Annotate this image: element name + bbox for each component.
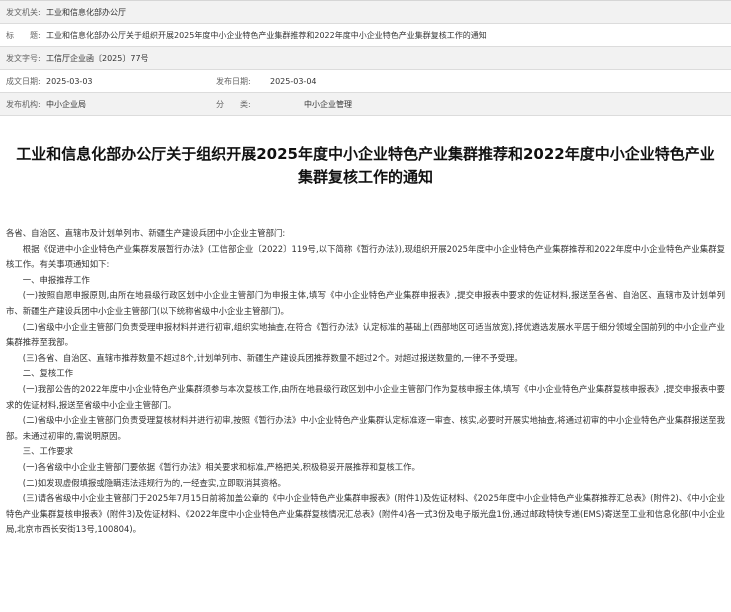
salutation: 各省、自治区、直辖市及计划单列市、新疆生产建设兵团中小企业主管部门: bbox=[6, 228, 286, 238]
paragraph-2-1: (一)我部公告的2022年度中小企业特色产业集群须参与本次复核工作,由所在地县级… bbox=[6, 383, 725, 410]
publish-date-value: 2025-03-04 bbox=[270, 76, 317, 86]
docno-label: 发文字号: bbox=[6, 53, 41, 63]
section-heading-1: 一、申报推荐工作 bbox=[22, 274, 90, 285]
category-label: 分 类: bbox=[216, 99, 251, 109]
org-label: 发布机构: bbox=[6, 99, 41, 109]
meta-row-dates: 成文日期: 2025-03-03 发布日期: 2025-03-04 bbox=[0, 70, 731, 93]
paragraph-1-1: (一)按照自愿申报原则,由所在地县级行政区划中小企业主管部门为申报主体,填写《中… bbox=[6, 290, 725, 316]
title-label: 标 题: bbox=[6, 30, 41, 40]
date-value: 2025-03-03 bbox=[46, 76, 93, 86]
intro-paragraph: 根据《促进中小企业特色产业集群发展暂行办法》(工信部企业〔2022〕119号,以… bbox=[6, 243, 725, 270]
meta-row-issuer: 发文机关: 工业和信息化部办公厅 bbox=[0, 1, 731, 24]
issuer-value: 工业和信息化部办公厅 bbox=[46, 7, 126, 17]
publish-date-label: 发布日期: bbox=[216, 76, 251, 86]
paragraph-1-2: (二)省级中小企业主管部门负责受理申报材料并进行初审,组织实地抽查,在符合《暂行… bbox=[6, 321, 725, 348]
meta-row-docno: 发文字号: 工信厅企业函〔2025〕77号 bbox=[0, 47, 731, 70]
paragraph-1-3: (三)各省、自治区、直辖市推荐数量不超过8个,计划单列市、新疆生产建设兵团推荐数… bbox=[22, 352, 523, 363]
meta-row-org: 发布机构: 中小企业局 分 类: 中小企业管理 bbox=[0, 93, 731, 116]
paragraph-2-2: (二)省级中小企业主管部门负责受理复核材料并进行初审,按照《暂行办法》中小企业特… bbox=[6, 415, 725, 441]
docno-value: 工信厅企业函〔2025〕77号 bbox=[46, 53, 149, 63]
article-title: 工业和信息化部办公厅关于组织开展2025年度中小企业特色产业集群推荐和2022年… bbox=[16, 145, 715, 186]
section-heading-2: 二、复核工作 bbox=[22, 368, 74, 379]
paragraph-3-3: (三)请各省级中小企业主管部门于2025年7月15日前将加盖公章的《中小企业特色… bbox=[6, 493, 725, 535]
document-meta-table: 发文机关: 工业和信息化部办公厅 标 题: 工业和信息化部办公厅关于组织开展20… bbox=[0, 0, 731, 116]
issuer-label: 发文机关: bbox=[6, 7, 41, 17]
paragraph-3-1: (一)各省级中小企业主管部门要依据《暂行办法》相关要求和标准,严格把关,积极稳妥… bbox=[22, 461, 420, 472]
date-label: 成文日期: bbox=[6, 76, 41, 86]
category-value: 中小企业管理 bbox=[304, 99, 352, 109]
org-value: 中小企业局 bbox=[46, 99, 86, 109]
meta-row-title: 标 题: 工业和信息化部办公厅关于组织开展2025年度中小企业特色产业集群推荐和… bbox=[0, 24, 731, 47]
paragraph-3-2: (二)如发现虚假填报或隐瞒违法违规行为的,一经查实,立即取消其资格。 bbox=[22, 477, 286, 488]
article-body: 各省、自治区、直辖市及计划单列市、新疆生产建设兵团中小企业主管部门: 根据《促进… bbox=[0, 226, 731, 538]
title-value: 工业和信息化部办公厅关于组织开展2025年度中小企业特色产业集群推荐和2022年… bbox=[46, 30, 487, 40]
section-heading-3: 三、工作要求 bbox=[22, 446, 74, 457]
